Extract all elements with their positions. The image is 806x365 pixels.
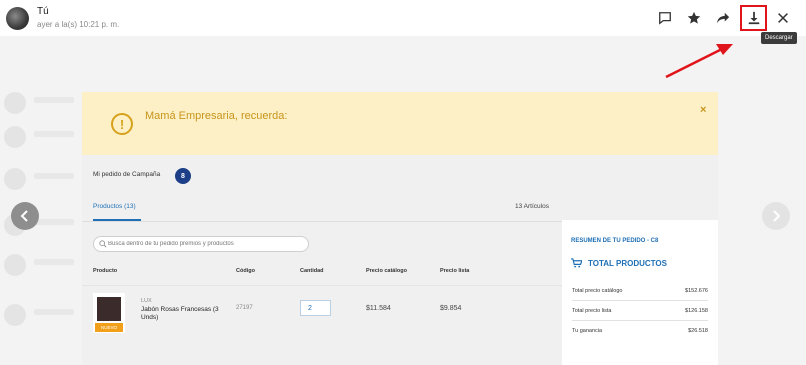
- sent-time: ayer a la(s) 10:21 p. m.: [37, 20, 120, 29]
- product-search[interactable]: [93, 236, 309, 252]
- catalog-price: $11.584: [366, 305, 391, 312]
- product-tag: NUEVO: [95, 323, 123, 332]
- forward-icon: [716, 12, 730, 24]
- col-header-product: Producto: [93, 268, 118, 274]
- campaign-badge: 8: [175, 168, 191, 184]
- backdrop-row: [4, 304, 74, 330]
- summary-earnings-value: $26.518: [688, 328, 708, 334]
- chevron-right-icon: [773, 210, 781, 222]
- close-button[interactable]: [773, 8, 793, 28]
- order-label: Mi pedido de Campaña: [93, 171, 161, 178]
- col-header-code: Código: [236, 268, 255, 274]
- tab-products[interactable]: Productos (13): [93, 203, 136, 210]
- download-tooltip: Descargar: [761, 32, 797, 44]
- product-name: Jabón Rosas Francesas (3 Unds): [141, 306, 219, 321]
- comment-icon: [659, 12, 671, 25]
- viewer-header: Tú ayer a la(s) 10:21 p. m.: [0, 0, 806, 36]
- summary-divider: [572, 320, 708, 321]
- backdrop-row: [4, 92, 74, 118]
- alert-icon: !: [111, 113, 133, 135]
- summary-list-label: Total precio lista: [572, 308, 612, 314]
- summary-divider: [572, 300, 708, 301]
- backdrop-row: [4, 254, 74, 280]
- backdrop-row: [4, 126, 74, 152]
- article-count: 13 Artículos: [515, 203, 549, 210]
- list-price: $9.854: [440, 305, 462, 312]
- reminder-banner: ! Mamá Empresaria, recuerda: ×: [82, 92, 718, 155]
- cart-icon: [571, 258, 582, 268]
- summary-title: RESUMEN DE TU PEDIDO - C8: [571, 238, 659, 244]
- previous-button[interactable]: [11, 202, 39, 230]
- quantity-input[interactable]: [300, 300, 331, 316]
- sender-name: Tú: [37, 6, 49, 17]
- summary-earnings-label: Tu ganancia: [572, 328, 603, 334]
- product-thumbnail: NUEVO: [93, 293, 125, 333]
- product-brand: LUX: [141, 298, 152, 304]
- comment-button[interactable]: [655, 8, 675, 28]
- header-divider: [82, 285, 562, 286]
- close-icon: [778, 13, 788, 23]
- banner-text: Mamá Empresaria, recuerda:: [145, 110, 288, 122]
- next-button[interactable]: [762, 202, 790, 230]
- product-code: 27197: [236, 305, 253, 311]
- viewed-image: ! Mamá Empresaria, recuerda: × Mi pedido…: [82, 92, 718, 365]
- chevron-left-icon: [20, 210, 28, 222]
- backdrop-row: [4, 168, 74, 194]
- col-header-list-price: Precio lista: [440, 268, 470, 274]
- summary-list-value: $126.158: [685, 308, 708, 314]
- summary-catalog-value: $152.676: [685, 288, 708, 294]
- search-input[interactable]: [108, 239, 304, 249]
- col-header-catalog-price: Precio catálogo: [366, 268, 407, 274]
- star-icon: [687, 11, 701, 24]
- star-button[interactable]: [684, 8, 704, 28]
- avatar[interactable]: [6, 7, 29, 30]
- forward-button[interactable]: [713, 8, 733, 28]
- tab-divider: [82, 221, 562, 222]
- search-icon: [99, 240, 107, 248]
- download-highlight-box: [740, 5, 767, 31]
- summary-total-label: TOTAL PRODUCTOS: [588, 259, 667, 268]
- col-header-quantity: Cantidad: [300, 268, 324, 274]
- order-summary-panel: RESUMEN DE TU PEDIDO - C8 TOTAL PRODUCTO…: [562, 220, 718, 365]
- banner-close-icon[interactable]: ×: [700, 104, 706, 116]
- summary-catalog-label: Total precio catálogo: [572, 288, 623, 294]
